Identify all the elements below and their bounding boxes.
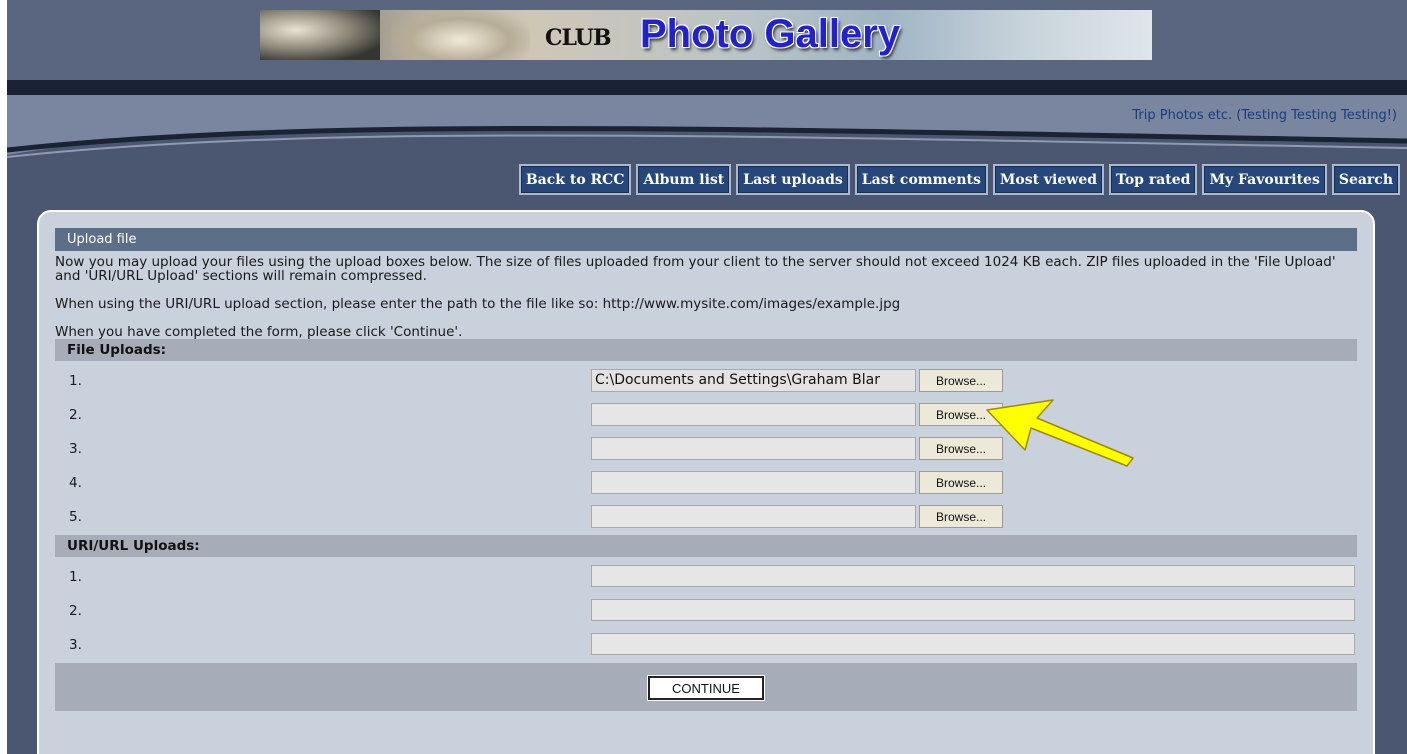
nav-most-viewed-button[interactable]: Most viewed <box>992 164 1105 195</box>
url-upload-rows: 1. 2. 3. <box>55 557 1357 663</box>
upload-content: Upload file Now you may upload your file… <box>55 228 1357 711</box>
file-upload-row: 3. Browse... <box>55 433 1357 467</box>
left-edge-strip <box>0 0 7 754</box>
nav-top-rated-button[interactable]: Top rated <box>1109 164 1198 195</box>
banner-photo-middle <box>390 10 530 60</box>
file-upload-row: 4. Browse... <box>55 467 1357 501</box>
upload-panel: Upload file Now you may upload your file… <box>37 210 1375 754</box>
url-upload-row: 3. <box>55 629 1357 663</box>
site-subtitle: Trip Photos etc. (Testing Testing Testin… <box>1132 108 1397 123</box>
file-upload-row: 1. C:\Documents and Settings\Graham Blar… <box>55 365 1357 399</box>
file-upload-rows: 1. C:\Documents and Settings\Graham Blar… <box>55 361 1357 535</box>
continue-bar: CONTINUE <box>55 663 1357 711</box>
file-path-input[interactable] <box>591 505 916 528</box>
row-number: 5. <box>69 509 82 525</box>
url-upload-row: 1. <box>55 561 1357 595</box>
nav-album-list-button[interactable]: Album list <box>636 164 732 195</box>
yellow-arrow-icon <box>986 399 1134 467</box>
nav-search-button[interactable]: Search <box>1331 164 1400 195</box>
file-upload-row: 5. Browse... <box>55 501 1357 535</box>
instructions-url-format: When using the URI/URL upload section, p… <box>55 296 901 312</box>
browse-button[interactable]: Browse... <box>919 505 1003 528</box>
row-number: 1. <box>69 373 82 389</box>
instructions-continue: When you have completed the form, please… <box>55 324 463 340</box>
url-upload-row: 2. <box>55 595 1357 629</box>
url-uploads-heading: URI/URL Uploads: <box>55 535 1357 557</box>
nav-back-to-rcc-button[interactable]: Back to RCC <box>518 164 632 195</box>
file-path-input[interactable] <box>591 403 916 426</box>
browse-button[interactable]: Browse... <box>919 471 1003 494</box>
url-input[interactable] <box>591 599 1355 621</box>
file-uploads-heading: File Uploads: <box>55 339 1357 361</box>
banner-photo-left <box>260 10 380 60</box>
browse-button[interactable]: Browse... <box>919 369 1003 392</box>
row-number: 4. <box>69 475 82 491</box>
url-input[interactable] <box>591 633 1355 655</box>
file-upload-row: 2. Browse... <box>55 399 1357 433</box>
url-input[interactable] <box>591 565 1355 587</box>
gallery-title: Photo Gallery <box>640 12 901 56</box>
upload-title: Upload file <box>55 228 1357 251</box>
row-number: 3. <box>69 637 82 653</box>
file-path-input[interactable] <box>591 471 916 494</box>
row-number: 2. <box>69 603 82 619</box>
row-number: 3. <box>69 441 82 457</box>
instructions-size-limit: Now you may upload your files using the … <box>55 254 1336 284</box>
upload-instructions: Now you may upload your files using the … <box>55 251 1357 339</box>
gallery-banner: CLUB Photo Gallery <box>260 10 1152 60</box>
row-number: 1. <box>69 569 82 585</box>
file-path-input[interactable] <box>591 437 916 460</box>
nav-last-comments-button[interactable]: Last comments <box>854 164 988 195</box>
file-path-input[interactable]: C:\Documents and Settings\Graham Blar <box>591 369 916 392</box>
club-logo: CLUB <box>545 25 612 51</box>
continue-button[interactable]: CONTINUE <box>647 675 765 701</box>
nav-last-uploads-button[interactable]: Last uploads <box>736 164 850 195</box>
nav-my-favourites-button[interactable]: My Favourites <box>1202 164 1327 195</box>
top-nav: Back to RCC Album list Last uploads Last… <box>518 164 1400 195</box>
header-wave <box>7 95 1407 158</box>
row-number: 2. <box>69 407 82 423</box>
